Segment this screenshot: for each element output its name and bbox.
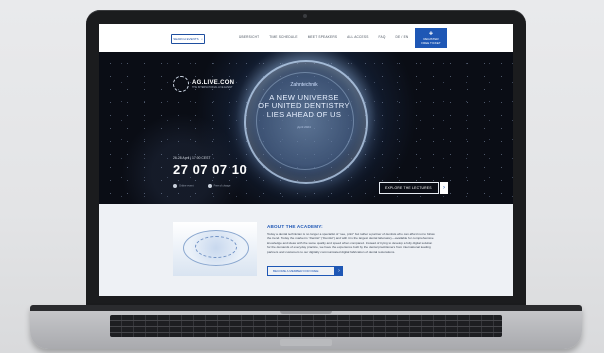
search-icon: ⌕ [201,37,203,41]
countdown-timer: 27 07 07 10 [173,162,248,177]
register-button[interactable]: ✚ REGISTER FREE TICKET [415,28,447,48]
chevron-right-icon[interactable]: › [335,266,343,276]
about-illustration [173,222,257,276]
camera-icon [303,14,307,18]
nav-link-overview[interactable]: ÜBERSICHT [239,35,259,39]
key-row-divider [110,332,502,333]
legend-free: Free of charge [207,184,231,188]
site-logo[interactable]: AG.LIVE.CON THE INTERNATIONAL LIVE EVENT [173,76,234,92]
register-label-2: FREE TICKET [421,41,441,45]
main-nav: ÜBERSICHT TIME SCHEDULE MEET SPEAKERS AL… [239,35,408,39]
trackpad [280,339,332,346]
laptop-base [30,305,582,349]
explore-lectures-button[interactable]: EXPLORE THE LECTURES [379,182,439,194]
nav-link-speakers[interactable]: MEET SPEAKERS [308,35,337,39]
legend-online: Online event [173,184,194,188]
ticket-icon [207,184,212,188]
logo-text: AG.LIVE.CON [192,79,235,86]
search-events-button[interactable]: SEARCH EVENTS ⌕ [171,34,205,44]
become-member-label: BECOME A MEMBER FOR FREE [273,269,319,273]
hero-heading-line-3: LIES AHEAD OF US [266,109,342,119]
online-icon [173,184,177,188]
laptop-screen: SEARCH EVENTS ⌕ ÜBERSICHT TIME SCHEDULE … [99,24,513,296]
nav-link-schedule[interactable]: TIME SCHEDULE [269,35,297,39]
logo-mark-icon [173,76,189,92]
legend-online-label: Online event [179,184,194,188]
hero-heading: A NEW UNIVERSE OF UNITED DENTISTRY LIES … [244,93,364,119]
explore-lectures-label: EXPLORE THE LECTURES [385,186,432,190]
hero-date: April 2024 [297,125,311,130]
search-events-label: SEARCH EVENTS [173,37,199,41]
hero-subtitle: Zahntechnik [290,82,318,88]
nav-link-faq[interactable]: FAQ [379,35,386,39]
event-date-label: 26-28 April | 17:00 CEST [173,156,211,160]
orbit-icon [195,236,237,258]
key-row-divider [110,320,502,321]
legend-free-label: Free of charge [213,184,231,188]
site-header: SEARCH EVENTS ⌕ ÜBERSICHT TIME SCHEDULE … [99,24,513,53]
about-title: ABOUT THE ACADEMY: [267,224,323,229]
nav-link-all-access[interactable]: ALL ACCESS [347,35,368,39]
about-body: Today a dental technician is no longer a… [267,232,435,254]
lid-notch [280,311,332,314]
language-switch[interactable]: DE / EN [396,35,409,39]
become-member-button[interactable]: BECOME A MEMBER FOR FREE [267,266,335,276]
about-section: ABOUT THE ACADEMY: Today a dental techni… [99,204,513,296]
event-info-legend: Online event Free of charge [173,184,230,188]
hero-ring-text: Zahntechnik A NEW UNIVERSE OF UNITED DEN… [244,72,364,129]
hero-section: AG.LIVE.CON THE INTERNATIONAL LIVE EVENT… [99,52,513,204]
laptop-keyboard [110,315,502,337]
key-row-divider [110,326,502,327]
chevron-right-icon[interactable]: › [440,182,448,194]
logo-subtext: THE INTERNATIONAL LIVE EVENT [192,85,233,89]
